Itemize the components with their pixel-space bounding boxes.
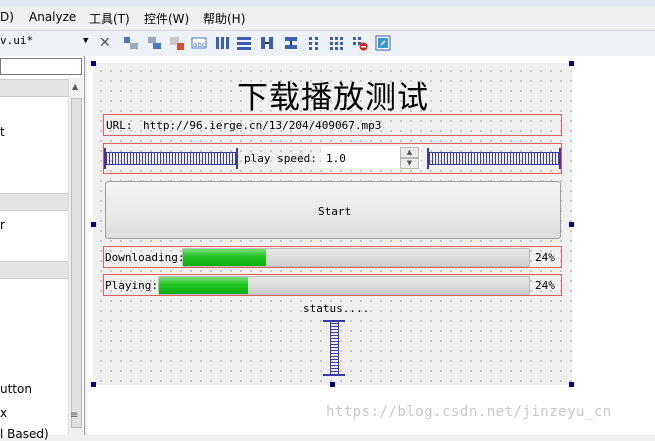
menu-item-widgets[interactable]: 控件(W) [144, 10, 189, 27]
widget-list-item[interactable]: r [0, 218, 5, 232]
widget-list-item[interactable]: utton [0, 382, 32, 396]
document-tab[interactable]: v.ui* ▼ [0, 34, 94, 52]
widget-list-item[interactable]: t [0, 125, 5, 139]
status-label: status.... [303, 302, 370, 315]
resize-handle[interactable] [569, 61, 574, 66]
playing-percent: 24% [535, 279, 555, 292]
horizontal-spacer-right [429, 152, 560, 165]
resize-handle[interactable] [91, 222, 96, 227]
form-layout-icon[interactable] [306, 35, 322, 51]
menu-item-tools[interactable]: 工具(T) [89, 10, 130, 27]
downloading-percent: 24% [535, 251, 555, 264]
widget-list-item[interactable]: l Based) [0, 427, 49, 441]
downloading-progress-bar [182, 248, 530, 267]
document-tab-title: v.ui* [0, 34, 34, 47]
form-title: 下载播放测试 [237, 80, 429, 116]
playing-progress-bar [158, 276, 530, 295]
resize-handle[interactable] [91, 382, 96, 387]
spin-up-icon[interactable]: ▲ [400, 147, 419, 158]
layout-rows-icon[interactable] [236, 35, 252, 51]
play-speed-label: play speed: [244, 152, 317, 165]
spacer-end [323, 374, 345, 376]
playing-label: Playing: [105, 279, 158, 292]
start-button-label: Start [318, 205, 352, 218]
break-layout-icon[interactable] [352, 35, 368, 51]
widget-category-header[interactable] [0, 79, 68, 97]
widget-list-item[interactable]: x [0, 406, 7, 420]
watermark-text: https://blog.csdn.net/jinzeyu_cn [326, 404, 612, 420]
start-button[interactable]: Start [105, 181, 561, 239]
widget-category-header[interactable] [0, 261, 68, 279]
downloading-progress-fill [183, 249, 267, 266]
horizontal-splitter-icon[interactable] [259, 35, 275, 51]
grid-layout-icon[interactable] [329, 35, 345, 51]
vertical-splitter-icon[interactable] [283, 35, 299, 51]
scrollbar-grip-icon: ≡ [70, 410, 79, 421]
spacer-end [236, 148, 238, 169]
vertical-spacer [330, 321, 339, 375]
adjust-size-icon[interactable] [375, 35, 391, 51]
resize-handle[interactable] [569, 382, 574, 387]
edit-tab-order-icon[interactable] [169, 35, 185, 51]
menu-item-analyze[interactable]: Analyze [29, 10, 76, 24]
spin-down-icon[interactable]: ▼ [400, 158, 419, 169]
chevron-down-icon[interactable]: ▼ [83, 36, 88, 46]
svg-text:abc: abc [193, 41, 206, 49]
lay-out-vertically-icon[interactable] [147, 35, 163, 51]
edit-buddies-icon[interactable]: abc [191, 35, 207, 51]
close-icon[interactable]: ✕ [99, 35, 115, 51]
resize-handle[interactable] [569, 222, 574, 227]
widget-filter-input[interactable] [0, 58, 82, 75]
widget-box-panel: t r utton x l Based) ▲ ≡ [0, 56, 85, 441]
resize-handle[interactable] [91, 61, 96, 66]
scrollbar-thumb[interactable] [71, 98, 82, 428]
url-label: URL: [106, 119, 133, 132]
lay-out-horizontally-icon[interactable] [123, 35, 139, 51]
url-field[interactable]: http://96.ierge.cn/13/204/409067.mp3 [143, 119, 381, 132]
menu-item-edit[interactable]: D) [0, 10, 14, 24]
menu-item-help[interactable]: 帮助(H) [203, 10, 245, 27]
window-title-strip [0, 0, 655, 7]
spacer-end [559, 148, 561, 169]
resize-handle[interactable] [330, 382, 335, 387]
playing-progress-fill [159, 277, 248, 294]
play-speed-value[interactable]: 1.0 [326, 152, 346, 165]
scroll-up-icon[interactable]: ▲ [72, 82, 78, 91]
horizontal-spacer-left [106, 152, 236, 165]
widget-category-header[interactable] [0, 193, 68, 211]
layout-columns-icon[interactable] [214, 35, 230, 51]
menu-bar: D) Analyze 工具(T) 控件(W) 帮助(H) [0, 0, 655, 29]
widget-box-scrollbar[interactable]: ▲ ≡ [68, 78, 83, 435]
downloading-label: Downloading: [105, 251, 185, 264]
